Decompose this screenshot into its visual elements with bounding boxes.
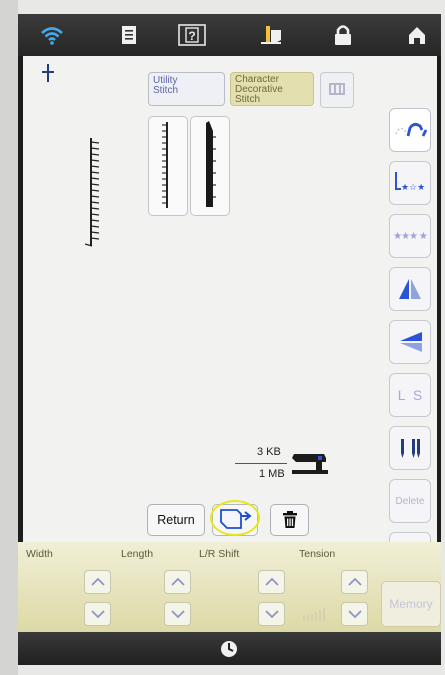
stars-icon: ★★★ ★ (393, 230, 428, 242)
length-increase-button[interactable] (164, 570, 191, 594)
width-label: Width (26, 548, 53, 560)
help-icon[interactable]: ? (178, 22, 206, 48)
top-toolbar: ? (18, 14, 441, 56)
chevron-up-icon (90, 578, 105, 586)
memory-used: 3 KB (257, 446, 281, 458)
twin-needle-icon (401, 439, 420, 458)
chevron-up-icon (170, 578, 185, 586)
bottom-bar (18, 632, 441, 665)
tension-level-indicator (302, 606, 330, 627)
sewing-machine-icon (290, 450, 330, 481)
chevron-down-icon (90, 610, 105, 618)
needle-mode-button[interactable] (389, 426, 431, 470)
shift-left-button[interactable] (258, 602, 285, 626)
spacing-icon: ★☆★ (395, 172, 425, 192)
length-decrease-button[interactable] (164, 602, 191, 626)
stitch-list-view-button[interactable] (320, 72, 354, 108)
stitch-work-area: Utility Stitch Character Decorative Stit… (23, 56, 437, 576)
device-edge (0, 0, 18, 675)
adjustment-panel: Width Length L/R Shift Tension Memory (18, 542, 441, 632)
stitch-card-2[interactable] (190, 116, 230, 216)
utility-stitch-tab[interactable]: Utility Stitch (148, 72, 225, 106)
delete-button[interactable]: Delete (389, 479, 431, 523)
mirror-vertical-icon (400, 332, 422, 352)
width-increase-button[interactable] (84, 570, 111, 594)
size-toggle-button[interactable]: L S (389, 373, 431, 417)
return-button[interactable]: Return (147, 504, 205, 536)
shift-right-button[interactable] (258, 570, 285, 594)
mirror-vertical-button[interactable] (389, 320, 431, 364)
memory-total: 1 MB (259, 468, 285, 480)
chevron-up-icon (264, 578, 279, 586)
tension-increase-button[interactable] (341, 570, 368, 594)
touch-screen: ? Utility Stitch Character Decorative St… (18, 14, 441, 665)
highlight-ring (210, 500, 260, 536)
document-icon[interactable] (115, 22, 143, 48)
length-label: Length (121, 548, 154, 560)
threading-icon[interactable] (258, 22, 286, 48)
chevron-down-icon (264, 610, 279, 618)
wifi-icon[interactable] (38, 22, 66, 48)
utility-stitch-label: Utility Stitch (153, 75, 179, 96)
trash-icon (282, 511, 297, 528)
stitch-card-1[interactable] (148, 116, 188, 216)
chevron-down-icon (170, 610, 185, 618)
size-toggle-label: L S (397, 387, 423, 403)
memory-label: Memory (389, 597, 433, 611)
home-icon[interactable] (403, 22, 431, 48)
return-label: Return (157, 513, 195, 527)
character-decorative-stitch-tab[interactable]: Character Decorative Stitch (230, 72, 314, 106)
memory-divider (235, 463, 287, 464)
lock-icon[interactable] (329, 22, 357, 48)
tension-label: Tension (299, 548, 336, 560)
book-icon (329, 83, 345, 95)
tension-decrease-button[interactable] (341, 602, 368, 626)
thread-loop-icon (395, 123, 428, 137)
width-decrease-button[interactable] (84, 602, 111, 626)
svg-text:?: ? (188, 29, 195, 43)
stitch-preview (81, 136, 103, 253)
delete-pattern-button[interactable] (270, 504, 309, 536)
lr-shift-label: L/R Shift (199, 548, 240, 560)
delete-label: Delete (395, 495, 425, 507)
star-pattern-button[interactable]: ★★★ ★ (389, 214, 431, 258)
chevron-down-icon (347, 610, 362, 618)
character-decorative-stitch-label: Character Decorative Stitch (235, 74, 283, 105)
character-spacing-button[interactable]: ★☆★ (389, 161, 431, 205)
svg-text:★☆★: ★☆★ (401, 182, 425, 192)
mirror-horizontal-icon (399, 279, 421, 299)
clock-icon[interactable] (220, 640, 238, 658)
needle-position-icon (41, 64, 55, 87)
chevron-up-icon (347, 578, 362, 586)
stitch-mode-button[interactable] (389, 108, 431, 152)
mirror-horizontal-button[interactable] (389, 267, 431, 311)
memory-button[interactable]: Memory (381, 581, 441, 627)
